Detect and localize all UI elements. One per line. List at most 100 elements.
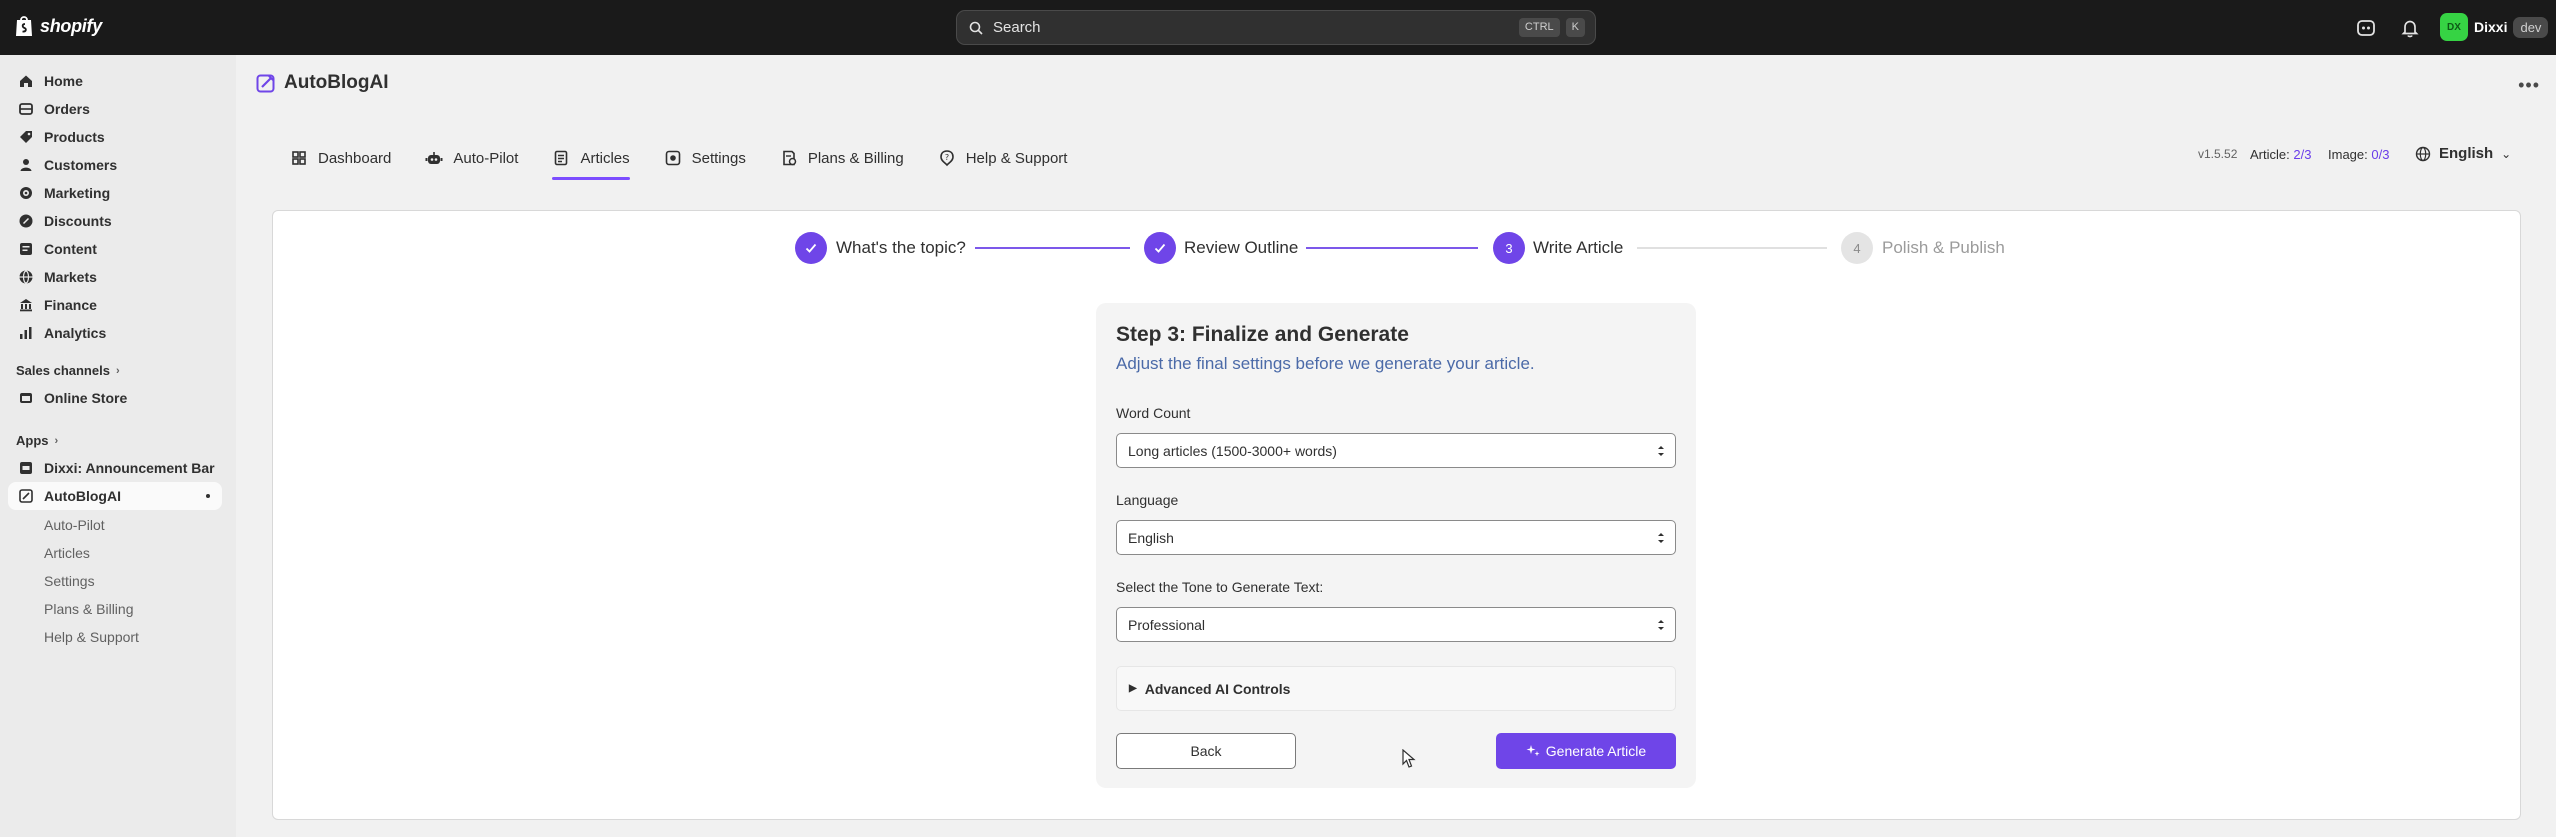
sidebar-item-label: Customers	[44, 157, 118, 173]
language-select[interactable]: English	[1116, 520, 1676, 555]
help-icon: ?	[939, 150, 954, 167]
tab-label: Settings	[691, 149, 746, 167]
tone-label: Select the Tone to Generate Text:	[1116, 579, 1324, 595]
sidebar-item-marketing[interactable]: Marketing	[8, 179, 222, 207]
advanced-ai-controls-toggle[interactable]: ▶ Advanced AI Controls	[1116, 666, 1676, 711]
form-subtitle: Adjust the final settings before we gene…	[1116, 354, 1535, 373]
sidebar-item-label: Content	[44, 241, 97, 257]
sidebar-item-content[interactable]: Content	[8, 235, 222, 263]
sidebar-item-customers[interactable]: Customers	[8, 151, 222, 179]
sidebar-item-online-store[interactable]: Online Store	[8, 384, 222, 412]
version-label: v1.5.52	[2198, 147, 2238, 161]
chevron-down-icon: ⌄	[2501, 146, 2512, 161]
bank-icon	[20, 299, 32, 312]
dashboard-icon	[292, 151, 306, 165]
shortcut-key-ctrl: CTRL	[1518, 18, 1560, 37]
svg-text:?: ?	[945, 153, 949, 162]
word-count-label: Word Count	[1116, 405, 1191, 421]
sidebar-item-finance[interactable]: Finance	[8, 291, 222, 319]
tab-plans-billing[interactable]: Plans & Billing	[780, 140, 904, 176]
back-button[interactable]: Back	[1116, 733, 1296, 769]
sidebar-item-label: Orders	[44, 101, 90, 117]
section-title: Apps	[16, 433, 49, 448]
tab-label: Articles	[580, 149, 630, 167]
shopify-bag-icon	[16, 16, 32, 36]
sidebar-item-analytics[interactable]: Analytics	[8, 319, 222, 347]
chart-icon	[20, 327, 32, 339]
shortcut-hint: CTRL K	[1518, 18, 1585, 37]
tab-label: Dashboard	[318, 149, 392, 167]
search-bar[interactable]: Search CTRL K	[956, 10, 1596, 45]
language-selector[interactable]: English ⌄	[2415, 145, 2511, 162]
sidebar-item-home[interactable]: Home	[8, 67, 222, 95]
sales-channels-header[interactable]: Sales channels ›	[16, 363, 120, 378]
step-1-indicator	[795, 232, 827, 264]
tab-dashboard[interactable]: Dashboard	[290, 140, 391, 176]
tag-icon	[20, 131, 32, 143]
sidebar-item-label: Marketing	[44, 185, 111, 201]
language-value: English	[1128, 529, 1174, 546]
app-header: AutoBlogAI •••	[236, 55, 2556, 113]
sidebar-subitem-plans-billing[interactable]: Plans & Billing	[44, 601, 134, 617]
user-name: Dixxi	[2474, 19, 2508, 35]
sidebar-item-label: Products	[44, 129, 105, 145]
step-4-indicator: 4	[1841, 232, 1873, 264]
globe-icon	[19, 270, 33, 284]
content-icon	[20, 243, 32, 255]
mouse-cursor-icon	[1402, 749, 1416, 768]
sidebar-subitem-settings[interactable]: Settings	[44, 573, 95, 589]
tab-auto-pilot[interactable]: Auto-Pilot	[425, 140, 518, 176]
select-arrows-icon	[1658, 533, 1664, 543]
autoblogai-icon	[19, 489, 33, 503]
bell-icon[interactable]	[2399, 17, 2421, 39]
settings-icon	[665, 150, 680, 166]
image-usage-count: 0/3	[2371, 147, 2390, 162]
tab-articles[interactable]: Articles	[552, 140, 630, 180]
generate-article-label: Generate Article	[1545, 743, 1647, 759]
sidebar-item-autoblogai[interactable]: AutoBlogAI	[8, 482, 222, 510]
sidebar-item-label: Finance	[44, 297, 97, 313]
chevron-right-icon: ›	[115, 364, 120, 377]
article-usage: Article: 2/3	[2250, 147, 2311, 162]
advanced-ai-controls-label: Advanced AI Controls	[1144, 680, 1291, 697]
article-usage-count: 2/3	[2293, 147, 2312, 162]
store-switcher-icon[interactable]	[2355, 17, 2377, 39]
chevron-right-icon: ›	[54, 434, 59, 447]
generate-article-button[interactable]: Generate Article	[1496, 733, 1676, 769]
sidebar-subitem-help-support[interactable]: Help & Support	[44, 629, 139, 645]
home-icon	[20, 75, 32, 87]
word-count-value: Long articles (1500-3000+ words)	[1128, 442, 1337, 459]
tone-select[interactable]: Professional	[1116, 607, 1676, 642]
more-options-icon[interactable]: •••	[2518, 75, 2540, 96]
sidebar-item-products[interactable]: Products	[8, 123, 222, 151]
sidebar: Home Orders Products Customers Marketing…	[0, 55, 236, 837]
sidebar-item-orders[interactable]: Orders	[8, 95, 222, 123]
sidebar-item-markets[interactable]: Markets	[8, 263, 222, 291]
word-count-select[interactable]: Long articles (1500-3000+ words)	[1116, 433, 1676, 468]
sidebar-item-label: Markets	[44, 269, 97, 285]
step-connector-3	[1637, 247, 1827, 249]
orders-icon	[19, 103, 33, 115]
search-icon	[969, 21, 983, 35]
billing-icon	[783, 150, 797, 166]
top-bar: shopify Search CTRL K DX Dixxi dev	[0, 0, 2556, 55]
generate-form: Step 3: Finalize and Generate Adjust the…	[1096, 303, 1696, 788]
sidebar-subitem-auto-pilot[interactable]: Auto-Pilot	[44, 517, 105, 533]
sidebar-item-discounts[interactable]: Discounts	[8, 207, 222, 235]
tab-help-support[interactable]: ? Help & Support	[938, 140, 1067, 176]
sidebar-item-dixxi-app[interactable]: Dixxi: Announcement Bar	[8, 454, 222, 482]
sidebar-item-label: Discounts	[44, 213, 112, 229]
checkmark-icon	[805, 243, 817, 253]
search-label: Search	[993, 19, 1041, 36]
globe-icon	[2415, 146, 2431, 161]
sidebar-subitem-articles[interactable]: Articles	[44, 545, 90, 561]
shopify-logo[interactable]: shopify	[14, 14, 102, 38]
select-arrows-icon	[1658, 446, 1664, 456]
apps-header[interactable]: Apps ›	[16, 433, 58, 448]
pin-dot	[206, 494, 210, 498]
article-usage-label: Article:	[2250, 147, 2290, 162]
discount-icon	[19, 214, 33, 228]
form-title: Step 3: Finalize and Generate	[1116, 323, 1409, 346]
user-menu[interactable]: DX Dixxi dev	[2440, 13, 2549, 41]
tab-settings[interactable]: Settings	[664, 140, 746, 176]
